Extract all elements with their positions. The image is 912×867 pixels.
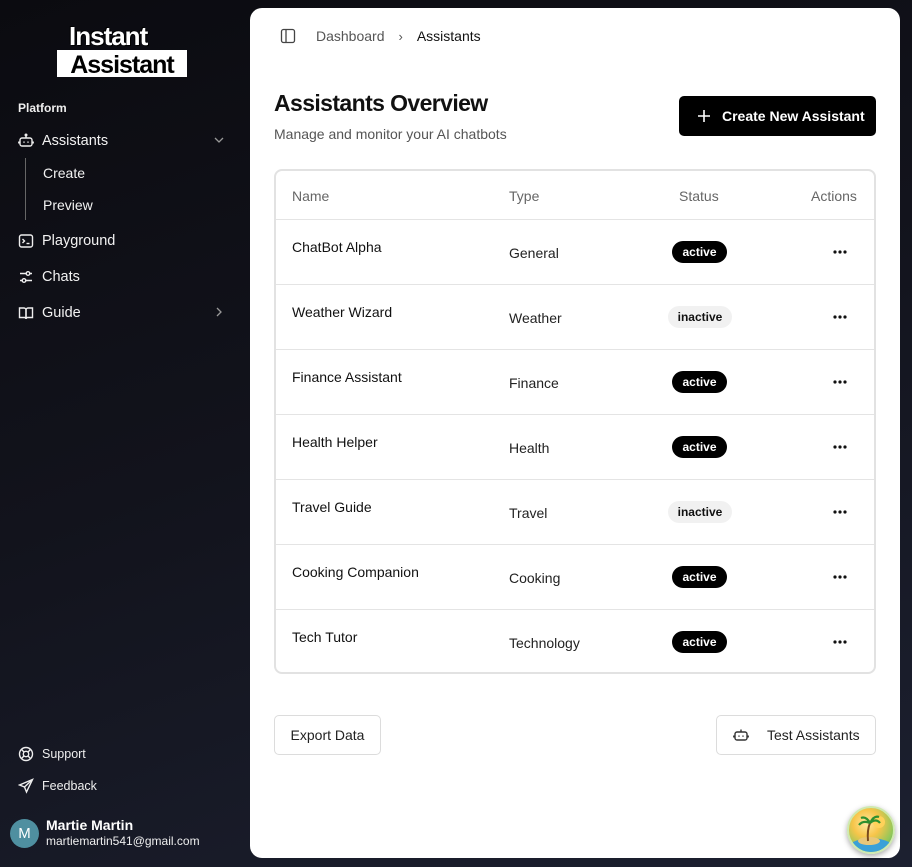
avatar: M bbox=[10, 819, 39, 848]
island-icon bbox=[853, 815, 889, 852]
plus-icon bbox=[698, 110, 710, 122]
sidebar-item-assistants[interactable]: Assistants bbox=[18, 129, 230, 153]
breadcrumb: Dashboard › Assistants bbox=[280, 27, 481, 45]
sidebar-item-label: Chats bbox=[42, 269, 80, 285]
column-header-type[interactable]: Type bbox=[509, 188, 539, 204]
user-email: martiemartin541@gmail.com bbox=[46, 834, 200, 848]
table-row[interactable]: Weather Wizard Weather inactive bbox=[276, 285, 874, 350]
sidebar-item-guide[interactable]: Guide bbox=[18, 301, 230, 325]
status-badge: inactive bbox=[668, 501, 732, 523]
table-row[interactable]: Cooking Companion Cooking active bbox=[276, 545, 874, 610]
logo-line-2: Assistant bbox=[57, 50, 187, 79]
terminal-icon bbox=[18, 234, 34, 248]
assistant-name: Travel Guide bbox=[292, 499, 372, 515]
export-data-button[interactable]: Export Data bbox=[274, 715, 381, 755]
app-logo[interactable]: Instant Assistant bbox=[57, 21, 187, 79]
user-profile[interactable]: M Martie Martin martiemartin541@gmail.co… bbox=[10, 818, 200, 849]
breadcrumb-dashboard[interactable]: Dashboard bbox=[316, 28, 385, 44]
assistant-type: Cooking bbox=[509, 570, 561, 586]
assistant-type: General bbox=[509, 245, 559, 261]
breadcrumb-current: Assistants bbox=[416, 28, 481, 44]
column-header-name[interactable]: Name bbox=[292, 188, 329, 204]
assistant-name: Cooking Companion bbox=[292, 564, 419, 580]
section-label-platform: Platform bbox=[18, 101, 67, 115]
table-row[interactable]: Health Helper Health active bbox=[276, 415, 874, 480]
status-badge: active bbox=[672, 371, 727, 393]
floating-assistant-button[interactable] bbox=[847, 806, 895, 854]
breadcrumb-separator-icon: › bbox=[398, 28, 403, 44]
book-icon bbox=[18, 307, 34, 320]
send-icon bbox=[18, 778, 34, 794]
status-badge: active bbox=[672, 566, 727, 588]
assistant-type: Weather bbox=[509, 310, 562, 326]
create-button-label: Create New Assistant bbox=[722, 108, 865, 124]
table-row[interactable]: Tech Tutor Technology active bbox=[276, 610, 874, 672]
column-header-status[interactable]: Status bbox=[679, 188, 719, 204]
bot-icon bbox=[733, 729, 749, 741]
page-title: Assistants Overview bbox=[274, 90, 488, 116]
main-panel: Dashboard › Assistants Assistants Overvi… bbox=[250, 8, 900, 858]
sidebar: Instant Assistant Platform Assistants Cr… bbox=[0, 0, 250, 867]
assistant-type: Technology bbox=[509, 635, 580, 651]
status-badge: inactive bbox=[668, 306, 732, 328]
page-subtitle: Manage and monitor your AI chatbots bbox=[274, 126, 507, 142]
sliders-icon bbox=[20, 271, 32, 283]
feedback-link[interactable]: Feedback bbox=[18, 778, 97, 794]
table-row[interactable]: Travel Guide Travel inactive bbox=[276, 480, 874, 545]
assistant-type: Finance bbox=[509, 375, 559, 391]
assistant-name: Weather Wizard bbox=[292, 304, 393, 320]
status-badge: active bbox=[672, 436, 727, 458]
chevron-down-icon[interactable] bbox=[212, 133, 226, 147]
chevron-right-icon[interactable] bbox=[212, 305, 226, 319]
sidebar-item-label: Playground bbox=[42, 233, 116, 249]
more-actions-icon[interactable] bbox=[831, 504, 849, 520]
sidebar-item-label: Assistants bbox=[42, 133, 109, 149]
assistant-name: Finance Assistant bbox=[292, 369, 402, 385]
more-actions-icon[interactable] bbox=[831, 374, 849, 390]
more-actions-icon[interactable] bbox=[831, 634, 849, 650]
sidebar-subitem-create[interactable]: Create bbox=[43, 165, 85, 181]
submenu-line bbox=[25, 158, 26, 220]
assistant-type: Health bbox=[509, 440, 550, 456]
create-assistant-button[interactable]: Create New Assistant bbox=[679, 96, 876, 136]
assistant-name: Health Helper bbox=[292, 434, 378, 450]
feedback-label: Feedback bbox=[42, 779, 97, 793]
table-row[interactable]: Finance Assistant Finance active bbox=[276, 350, 874, 415]
test-button-label: Test Assistants bbox=[767, 727, 860, 743]
more-actions-icon[interactable] bbox=[831, 439, 849, 455]
status-badge: active bbox=[672, 631, 727, 653]
user-name: Martie Martin bbox=[46, 817, 134, 833]
sidebar-item-playground[interactable]: Playground bbox=[18, 229, 230, 253]
more-actions-icon[interactable] bbox=[831, 244, 849, 260]
more-actions-icon[interactable] bbox=[831, 569, 849, 585]
sidebar-item-chats[interactable]: Chats bbox=[18, 265, 230, 289]
sidebar-item-label: Guide bbox=[42, 305, 81, 321]
assistant-name: Tech Tutor bbox=[292, 629, 358, 645]
test-assistants-button[interactable]: Test Assistants bbox=[716, 715, 876, 755]
more-actions-icon[interactable] bbox=[831, 309, 849, 325]
table-row[interactable]: ChatBot Alpha General active bbox=[276, 220, 874, 285]
assistant-type: Travel bbox=[509, 505, 548, 521]
sidebar-toggle-icon[interactable] bbox=[280, 28, 296, 44]
status-badge: active bbox=[672, 241, 727, 263]
life-buoy-icon bbox=[18, 746, 34, 762]
assistants-table: Name Type Status Actions ChatBot Alpha Ge… bbox=[274, 169, 876, 674]
support-link[interactable]: Support bbox=[18, 746, 86, 762]
sidebar-subitem-preview[interactable]: Preview bbox=[43, 197, 93, 213]
column-header-actions: Actions bbox=[811, 188, 857, 204]
bot-icon bbox=[18, 133, 34, 147]
support-label: Support bbox=[42, 747, 86, 761]
assistant-name: ChatBot Alpha bbox=[292, 239, 382, 255]
table-header: Name Type Status Actions bbox=[276, 171, 874, 220]
logo-line-1: Instant bbox=[69, 21, 148, 51]
